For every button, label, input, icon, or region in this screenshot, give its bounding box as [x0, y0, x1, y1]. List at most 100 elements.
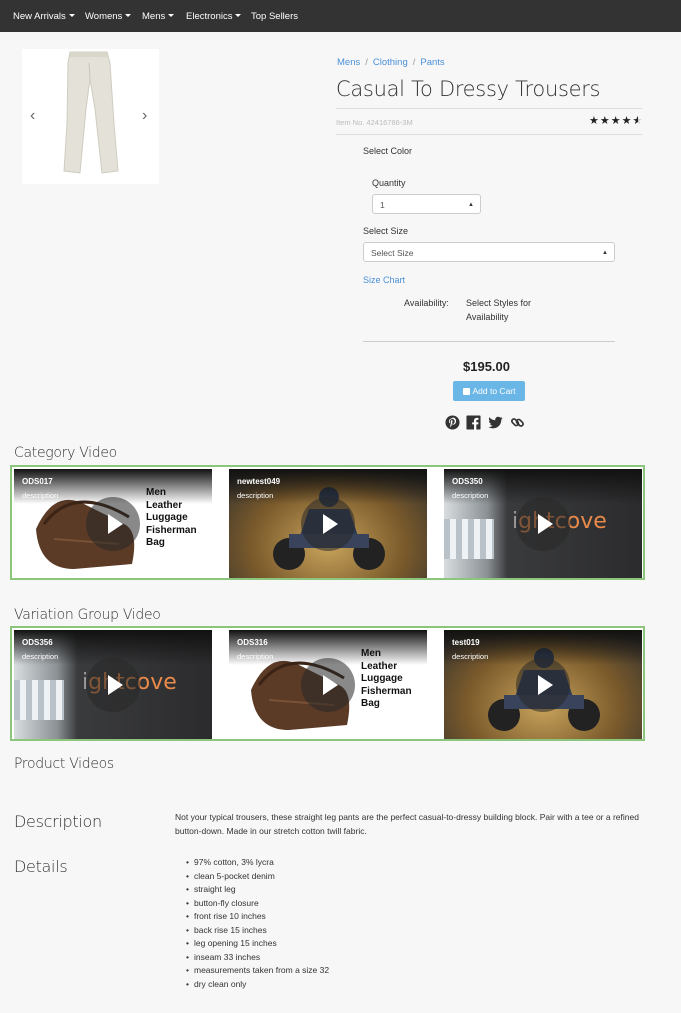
- video-title: ODS356: [22, 638, 53, 647]
- bag-icon: [462, 388, 470, 395]
- video-title: ODS350: [452, 477, 483, 486]
- caret-down-icon: [168, 13, 175, 17]
- video-description: description: [237, 652, 274, 661]
- category-video-title: Category Video: [14, 445, 117, 461]
- rating-stars: ★★★★★★: [589, 114, 643, 127]
- divider: [363, 341, 615, 342]
- video-card[interactable]: MenLeatherLuggageFishermanBagODS017descr…: [14, 469, 212, 578]
- select-arrows-icon: ▲: [468, 202, 474, 208]
- nav-label: New Arrivals: [13, 11, 66, 22]
- link-icon[interactable]: [510, 415, 525, 430]
- star-half-icon: ★★: [632, 115, 644, 127]
- item-number: Item No. 42416786-3M: [336, 118, 413, 127]
- play-icon[interactable]: [86, 497, 140, 551]
- details-item: front rise 10 inches: [186, 910, 329, 924]
- quantity-select[interactable]: 1 ▲: [372, 194, 481, 214]
- video-card[interactable]: newtest049 description: [229, 469, 427, 578]
- quantity-value: 1: [380, 200, 385, 210]
- breadcrumb-separator: /: [412, 57, 416, 68]
- video-description: description: [22, 652, 59, 661]
- facebook-icon[interactable]: [466, 415, 481, 430]
- details-item: measurements taken from a size 32: [186, 964, 329, 978]
- select-size-label: Select Size: [363, 226, 409, 236]
- details-item: dry clean only: [186, 978, 329, 992]
- quantity-label: Quantity: [372, 178, 406, 188]
- video-title: ODS316: [237, 638, 268, 647]
- add-to-cart-button[interactable]: Add to Cart: [453, 381, 525, 401]
- product-image: [63, 51, 119, 174]
- video-description: description: [452, 652, 489, 661]
- breadcrumb: Mens / Clothing / Pants: [337, 57, 445, 68]
- caret-down-icon: [235, 13, 242, 17]
- breadcrumb-mens[interactable]: Mens: [337, 57, 360, 68]
- video-description: description: [22, 491, 59, 500]
- video-title: test019: [452, 638, 480, 647]
- video-card[interactable]: MenLeatherLuggageFishermanBagODS316descr…: [229, 630, 427, 739]
- variation-video-strip: ightcoveODS356description MenLeatherLugg…: [10, 626, 645, 741]
- size-placeholder: Select Size: [371, 248, 414, 258]
- availability-label: Availability:: [404, 298, 449, 308]
- top-nav: New Arrivals Womens Mens Electronics Top…: [0, 0, 681, 32]
- add-to-cart-label: Add to Cart: [472, 386, 516, 396]
- nav-top-sellers[interactable]: Top Sellers: [251, 0, 298, 32]
- star-icon: ★: [610, 115, 622, 127]
- description-heading: Description: [14, 812, 102, 831]
- video-card[interactable]: test019 description: [444, 630, 642, 739]
- breadcrumb-pants[interactable]: Pants: [420, 57, 444, 68]
- video-title: ODS017: [22, 477, 53, 486]
- description-text: Not your typical trousers, these straigh…: [175, 812, 639, 836]
- video-card[interactable]: ightcoveODS356description: [14, 630, 212, 739]
- availability-value-line2: Availability: [466, 312, 509, 322]
- caret-down-icon: [125, 13, 132, 17]
- star-icon: ★: [599, 115, 611, 127]
- details-heading: Details: [14, 857, 68, 876]
- details-item: back rise 15 inches: [186, 924, 329, 938]
- details-list: 97% cotton, 3% lycra clean 5-pocket deni…: [186, 856, 329, 991]
- star-icon: ★: [589, 115, 600, 127]
- star-icon: ★: [621, 115, 633, 127]
- carousel-next-icon[interactable]: ›: [142, 107, 147, 125]
- select-color-label: Select Color: [363, 146, 413, 156]
- nav-electronics[interactable]: Electronics: [186, 0, 242, 32]
- play-icon[interactable]: [301, 497, 355, 551]
- play-icon[interactable]: [86, 658, 140, 712]
- pinterest-icon[interactable]: [445, 415, 460, 430]
- nav-label: Electronics: [186, 11, 233, 22]
- product-videos-title: Product Videos: [14, 756, 114, 772]
- divider: [336, 134, 642, 135]
- details-item: clean 5-pocket denim: [186, 870, 329, 884]
- divider: [336, 108, 642, 109]
- video-description: description: [237, 491, 274, 500]
- breadcrumb-separator: /: [365, 57, 368, 68]
- price: $195.00: [463, 359, 510, 374]
- video-card[interactable]: ightcoveODS350description: [444, 469, 642, 578]
- nav-new-arrivals[interactable]: New Arrivals: [13, 0, 75, 32]
- details-item: inseam 33 inches: [186, 951, 329, 965]
- breadcrumb-clothing[interactable]: Clothing: [373, 57, 408, 68]
- variation-video-title: Variation Group Video: [14, 607, 161, 623]
- availability-value-line1: Select Styles for: [466, 298, 532, 308]
- play-icon[interactable]: [516, 497, 570, 551]
- details-item: 97% cotton, 3% lycra: [186, 856, 329, 870]
- product-title: Casual To Dressy Trousers: [336, 77, 601, 101]
- category-video-strip: MenLeatherLuggageFishermanBagODS017descr…: [10, 465, 645, 580]
- video-description: description: [452, 491, 489, 500]
- nav-label: Top Sellers: [251, 11, 298, 22]
- twitter-icon[interactable]: [488, 415, 503, 430]
- nav-label: Womens: [85, 11, 123, 22]
- select-arrows-icon: ▲: [602, 250, 608, 256]
- size-chart-link[interactable]: Size Chart: [363, 275, 405, 285]
- details-item: leg opening 15 inches: [186, 937, 329, 951]
- nav-mens[interactable]: Mens: [142, 0, 175, 32]
- carousel-prev-icon[interactable]: ‹: [30, 107, 35, 125]
- nav-label: Mens: [142, 11, 166, 22]
- play-icon[interactable]: [516, 658, 570, 712]
- details-item: straight leg: [186, 883, 329, 897]
- nav-womens[interactable]: Womens: [85, 0, 132, 32]
- play-icon[interactable]: [301, 658, 355, 712]
- details-item: button-fly closure: [186, 897, 329, 911]
- product-image-carousel: ‹ ›: [22, 49, 159, 184]
- size-select[interactable]: Select Size ▲: [363, 242, 615, 262]
- video-title: newtest049: [237, 477, 281, 486]
- caret-down-icon: [68, 13, 75, 17]
